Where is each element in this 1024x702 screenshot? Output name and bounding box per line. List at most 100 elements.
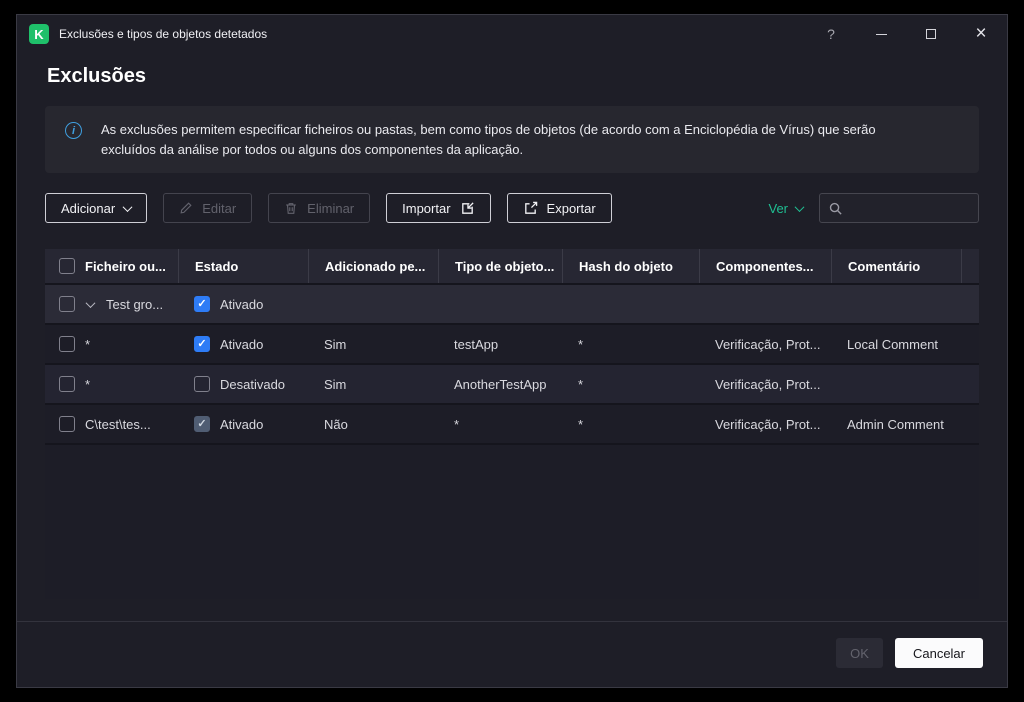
search-box[interactable] xyxy=(819,193,979,223)
header-objecttype-column: Tipo de objeto... xyxy=(438,249,562,283)
file-cell: * xyxy=(45,325,178,363)
status-checkbox[interactable] xyxy=(194,336,210,352)
select-all-checkbox[interactable] xyxy=(59,258,75,274)
objecttype-cell: AnotherTestApp xyxy=(438,365,562,403)
pencil-icon xyxy=(179,201,193,215)
column-header: Componentes... xyxy=(716,259,814,274)
status-label: Desativado xyxy=(220,377,285,392)
close-button[interactable]: × xyxy=(973,26,989,42)
search-input[interactable] xyxy=(850,201,970,216)
edit-button[interactable]: Editar xyxy=(163,193,252,223)
components-cell: Verificação, Prot... xyxy=(699,325,831,363)
edit-button-label: Editar xyxy=(202,201,236,216)
table-row[interactable]: * Ativado Sim testApp * Verificação, Pro… xyxy=(45,323,979,363)
export-button-label: Exportar xyxy=(547,201,596,216)
maximize-icon xyxy=(926,29,936,39)
column-header: Tipo de objeto... xyxy=(455,259,554,274)
comment-cell: Local Comment xyxy=(831,325,961,363)
group-name: Test gro... xyxy=(106,297,163,312)
objecttype-cell: testApp xyxy=(438,325,562,363)
hash-cell: * xyxy=(562,405,699,443)
column-header: Ficheiro ou... xyxy=(85,259,166,274)
info-banner-text: As exclusões permitem especificar fichei… xyxy=(101,120,931,159)
row-checkbox[interactable] xyxy=(59,336,75,352)
header-status-column: Estado xyxy=(178,249,308,283)
header-added-column: Adicionado pe... xyxy=(308,249,438,283)
status-cell: Desativado xyxy=(178,365,308,403)
column-header: Hash do objeto xyxy=(579,259,673,274)
view-dropdown-label: Ver xyxy=(768,201,788,216)
view-dropdown[interactable]: Ver xyxy=(768,201,803,216)
add-button-label: Adicionar xyxy=(61,201,115,216)
chevron-down-icon xyxy=(123,202,133,212)
file-cell: C\test\tes... xyxy=(45,405,178,443)
table-row[interactable]: C\test\tes... Ativado Não * * Verificaçã… xyxy=(45,403,979,443)
file-value: * xyxy=(85,337,90,352)
table-empty-area xyxy=(45,443,979,599)
row-checkbox[interactable] xyxy=(59,416,75,432)
minimize-icon xyxy=(876,34,887,35)
header-components-column: Componentes... xyxy=(699,249,831,283)
exclusions-table: Ficheiro ou... Estado Adicionado pe... T… xyxy=(45,249,979,599)
toolbar: Adicionar Editar Eliminar Importar Ex xyxy=(45,193,979,223)
objecttype-cell: * xyxy=(438,405,562,443)
file-value: * xyxy=(85,377,90,392)
header-comment-column: Comentário xyxy=(831,249,961,283)
added-cell: Sim xyxy=(308,325,438,363)
status-label: Ativado xyxy=(220,337,263,352)
status-cell: Ativado xyxy=(178,325,308,363)
delete-button-label: Eliminar xyxy=(307,201,354,216)
export-button[interactable]: Exportar xyxy=(507,193,612,223)
export-icon xyxy=(523,201,538,216)
table-header: Ficheiro ou... Estado Adicionado pe... T… xyxy=(45,249,979,283)
app-window: K Exclusões e tipos de objetos detetados… xyxy=(16,14,1008,688)
hash-cell: * xyxy=(562,325,699,363)
footer: OK Cancelar xyxy=(17,621,1007,687)
file-value: C\test\tes... xyxy=(85,417,151,432)
window-title: Exclusões e tipos de objetos detetados xyxy=(59,27,267,41)
help-button[interactable]: ? xyxy=(823,26,839,42)
status-checkbox[interactable] xyxy=(194,376,210,392)
add-button[interactable]: Adicionar xyxy=(45,193,147,223)
row-checkbox[interactable] xyxy=(59,296,75,312)
group-name-cell: Test gro... xyxy=(45,285,178,323)
chevron-down-icon xyxy=(795,202,805,212)
info-banner: i As exclusões permitem especificar fich… xyxy=(45,106,979,173)
maximize-button[interactable] xyxy=(923,26,939,42)
added-cell: Sim xyxy=(308,365,438,403)
kaspersky-logo-icon: K xyxy=(29,24,49,44)
components-cell: Verificação, Prot... xyxy=(699,405,831,443)
page-title: Exclusões xyxy=(47,65,977,88)
window-controls: ? × xyxy=(823,26,989,42)
status-checkbox[interactable] xyxy=(194,296,210,312)
info-icon: i xyxy=(65,122,82,139)
cancel-button[interactable]: Cancelar xyxy=(895,638,983,668)
hash-cell: * xyxy=(562,365,699,403)
row-checkbox[interactable] xyxy=(59,376,75,392)
components-cell: Verificação, Prot... xyxy=(699,365,831,403)
group-row[interactable]: Test gro... Ativado xyxy=(45,283,979,323)
status-checkbox[interactable] xyxy=(194,416,210,432)
comment-cell xyxy=(831,365,961,403)
header-hash-column: Hash do objeto xyxy=(562,249,699,283)
group-status-cell: Ativado xyxy=(178,285,308,323)
column-header: Adicionado pe... xyxy=(325,259,425,274)
status-cell: Ativado xyxy=(178,405,308,443)
import-button[interactable]: Importar xyxy=(386,193,490,223)
import-button-label: Importar xyxy=(402,201,450,216)
spacer xyxy=(17,599,1007,621)
scrollbar-track[interactable] xyxy=(961,249,979,283)
ok-button[interactable]: OK xyxy=(836,638,883,668)
trash-icon xyxy=(284,201,298,216)
import-icon xyxy=(460,201,475,216)
column-header: Comentário xyxy=(848,259,920,274)
table-row[interactable]: * Desativado Sim AnotherTestApp * Verifi… xyxy=(45,363,979,403)
added-cell: Não xyxy=(308,405,438,443)
chevron-down-icon[interactable] xyxy=(86,298,96,308)
minimize-button[interactable] xyxy=(873,26,889,42)
header-file-column: Ficheiro ou... xyxy=(45,249,178,283)
delete-button[interactable]: Eliminar xyxy=(268,193,370,223)
status-label: Ativado xyxy=(220,417,263,432)
column-header: Estado xyxy=(195,259,238,274)
search-icon xyxy=(828,201,843,216)
